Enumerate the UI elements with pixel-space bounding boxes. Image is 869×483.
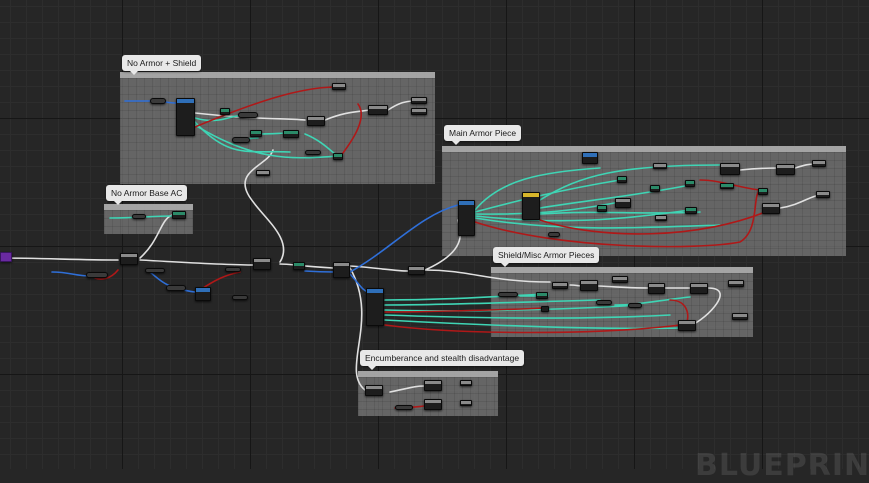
branch-node[interactable] [307,116,325,126]
function-call-node[interactable] [812,160,826,167]
exec-wire [424,219,462,271]
exec-wire [0,257,119,261]
math-node[interactable] [536,292,548,299]
set-variable-node[interactable] [762,203,780,214]
comment-title-no-armor-base-ac[interactable]: No Armor Base AC [106,185,188,205]
math-node[interactable] [685,207,697,214]
object-wire [349,204,459,273]
variable-getter-node[interactable] [145,268,165,273]
exec-wire [244,149,285,263]
math-node[interactable] [617,176,627,183]
variable-getter-node[interactable] [86,272,108,278]
math-node[interactable] [283,130,299,138]
variable-getter-node[interactable] [225,267,241,272]
set-variable-node[interactable] [408,266,425,275]
math-node[interactable] [685,180,695,187]
variable-getter-node[interactable] [232,295,248,300]
function-call-node[interactable] [411,97,427,104]
float-wire [384,314,671,319]
branch-node[interactable] [253,258,271,270]
variable-getter-node[interactable] [238,112,258,118]
set-variable-node[interactable] [690,283,708,294]
math-node[interactable] [597,205,607,212]
variable-getter-node[interactable] [232,137,250,143]
set-variable-node[interactable] [424,380,442,391]
math-node[interactable] [720,183,734,189]
function-call-node[interactable] [332,83,346,90]
set-variable-node[interactable] [678,320,696,331]
exec-wire [739,167,779,171]
variable-getter-node[interactable] [305,150,321,155]
math-node[interactable] [220,108,230,115]
math-node[interactable] [333,153,343,160]
cast-node[interactable] [582,152,598,164]
variable-getter-node[interactable] [548,232,560,237]
function-call-node[interactable] [612,276,628,283]
variable-getter-node[interactable] [132,214,146,219]
exec-wire [139,214,173,259]
set-variable-node[interactable] [368,105,388,115]
exec-wire [424,269,551,283]
exec-wire [779,194,821,209]
exec-wire [597,285,649,289]
set-variable-node[interactable] [720,163,740,175]
comment-title-encumberance[interactable]: Encumberance and stealth disadvantage [360,350,525,370]
exec-wire [279,263,334,269]
float-wire [384,299,601,306]
variable-getter-node[interactable] [596,300,612,305]
branch-node[interactable] [580,280,598,291]
exec-wire [324,109,371,121]
comment-title-shield-misc[interactable]: Shield/Misc Armor Pieces [493,247,600,267]
variable-getter-node[interactable] [150,98,166,104]
branch-node[interactable] [648,283,665,294]
variable-getter-node[interactable] [395,405,413,410]
comment-title-no-armor-shield[interactable]: No Armor + Shield [122,55,202,75]
break-struct-node[interactable] [366,288,384,326]
math-node[interactable] [650,185,660,192]
event-node[interactable] [0,252,12,262]
function-call-node[interactable] [653,163,667,169]
exec-wire [349,267,366,391]
reroute-node[interactable] [541,306,549,312]
function-call-node[interactable] [552,282,568,289]
comment-title-main-armor-piece[interactable]: Main Armor Piece [444,125,522,145]
break-struct-node[interactable] [176,98,195,136]
math-node[interactable] [758,188,768,195]
branch-node[interactable] [365,385,383,396]
function-call-node[interactable] [411,108,427,115]
exec-wire [387,100,413,111]
switch-node[interactable] [522,192,540,220]
sequence-node[interactable] [120,253,138,265]
float-wire [384,293,549,301]
variable-getter-node[interactable] [498,292,518,297]
set-variable-node[interactable] [776,164,795,175]
exec-wire [389,385,425,393]
float-wire [384,319,681,330]
blueprint-watermark: BLUEPRINT [695,448,869,483]
set-variable-node[interactable] [424,399,442,410]
branch-node[interactable] [615,198,631,208]
function-call-node[interactable] [732,313,748,320]
math-node[interactable] [250,130,262,137]
object-wire [304,270,336,273]
variable-getter-node[interactable] [628,303,642,308]
branch-node[interactable] [333,262,350,278]
math-node[interactable] [172,211,186,219]
cast-node[interactable] [195,287,211,301]
function-call-node[interactable] [655,215,667,221]
object-wire [51,271,91,277]
exec-wire [139,259,256,266]
float-wire [539,211,701,215]
function-call-node[interactable] [816,191,830,198]
function-call-node[interactable] [256,170,270,176]
function-call-node[interactable] [728,280,744,287]
variable-getter-node[interactable] [166,285,186,291]
function-call-node[interactable] [460,380,472,386]
break-struct-node[interactable] [458,200,475,236]
math-node[interactable] [293,262,305,270]
function-call-node[interactable] [460,400,472,406]
